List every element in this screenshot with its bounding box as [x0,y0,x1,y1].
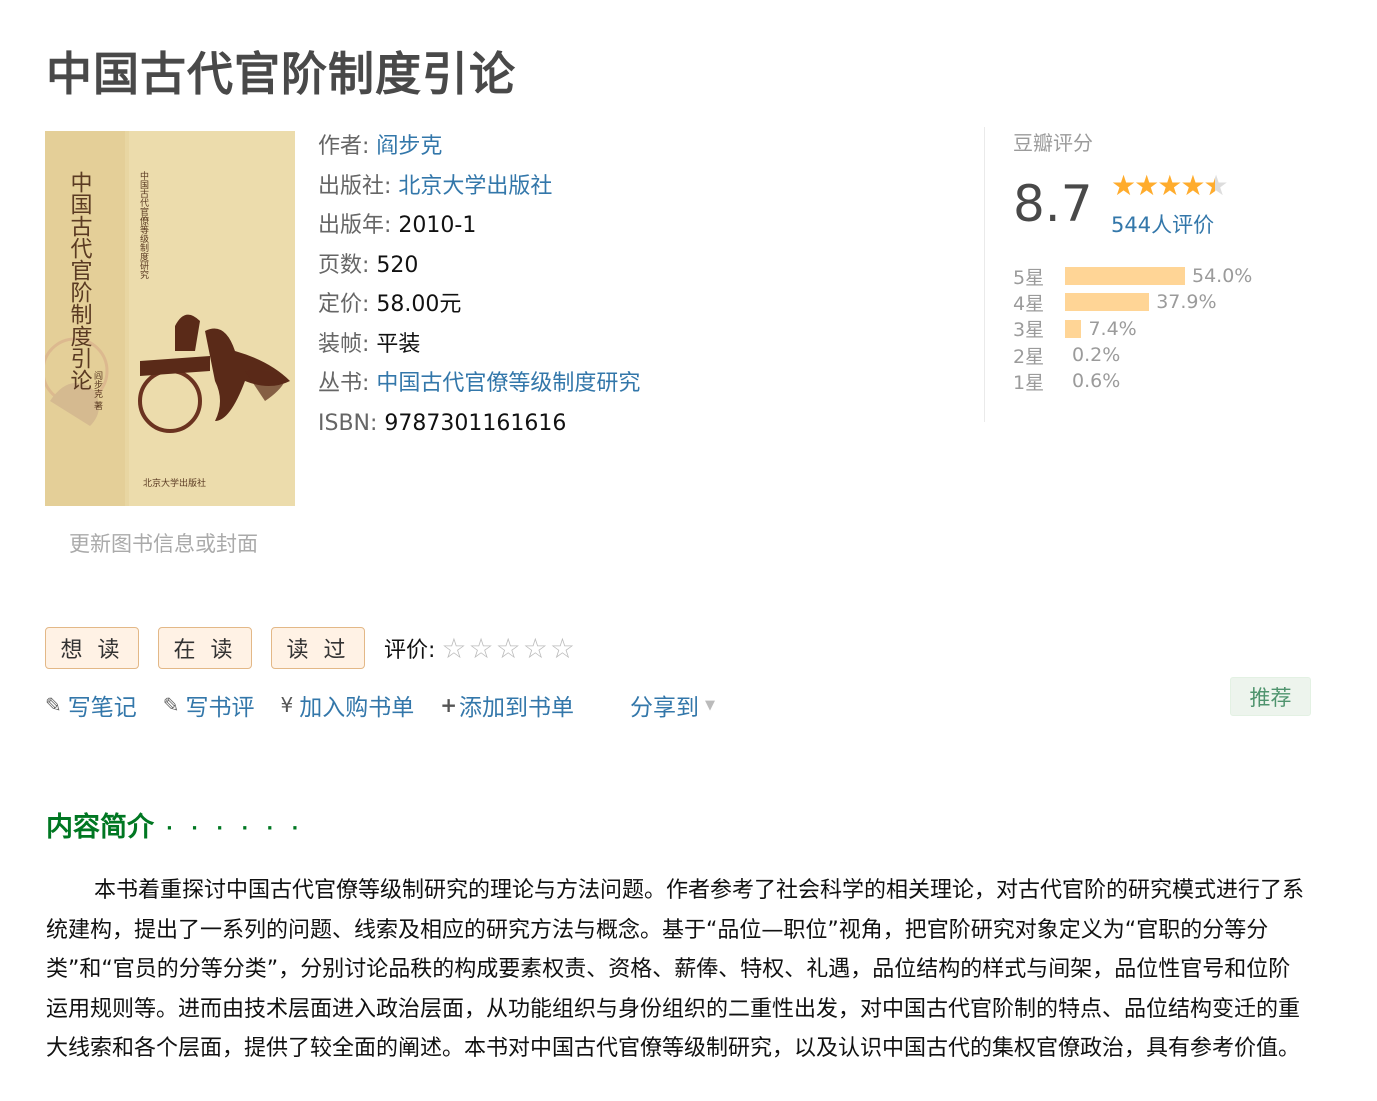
rating-score: 8.7 [1013,175,1093,233]
rating-dist-row: 2星 0.2% [1013,342,1273,368]
binding-value: 平装 [376,331,421,357]
star-icon: ★ [1180,169,1205,202]
isbn-label: ISBN: [318,410,378,436]
svg-text:阎步克 著: 阎步克 著 [92,371,103,410]
rating-dist-bar [1065,293,1150,312]
pages-row: 页数: 520 [318,246,640,286]
intro-title-label: 内容简介 [46,812,154,843]
write-review-link[interactable]: ✎ 写书评 [163,688,255,722]
rating-stars: ★★★★★★ [1111,169,1229,202]
half-star-icon: ★★ [1203,169,1228,202]
pencil-icon: ✎ [162,693,180,717]
rating-dist-label: 5星 [1013,266,1045,289]
chevron-down-icon: ▼ [705,697,716,713]
star-icon: ★ [1134,169,1159,202]
rating-dist-percent: 0.2% [1072,344,1121,367]
rating-distribution: 5星 54.0% 4星 37.9% 3星 7.4% 2星 0.2% 1星 0.6% [1013,263,1273,394]
rating-dist-label: 1星 [1013,371,1045,394]
rating-dist-percent: 0.6% [1072,370,1121,393]
want-to-read-button[interactable]: 想 读 [45,627,139,669]
share-dropdown[interactable]: 分享到 ▼ [630,688,715,722]
add-to-list-label: 添加到书单 [459,695,575,721]
have-read-button[interactable]: 读 过 [271,627,365,669]
rate-label: 评价: [384,638,436,663]
yen-icon: ¥ [280,693,294,717]
intro-text: 本书着重探讨中国古代官僚等级制研究的理论与方法问题。作者参考了社会科学的相关理论… [46,871,1311,1069]
add-to-list-link[interactable]: + 添加到书单 [440,688,574,722]
action-links: ✎ 写笔记 ✎ 写书评 ¥ 加入购书单 + 添加到书单 分享到 ▼ [45,688,715,722]
price-label: 定价: [318,292,370,317]
series-label: 丛书: [318,371,370,396]
rating-dist-percent: 54.0% [1192,265,1253,288]
rating-count-link[interactable]: 544人评价 [1111,209,1214,239]
rating-dist-bar [1065,319,1082,338]
rate-stars-input[interactable]: ☆☆☆☆☆ [441,632,577,665]
write-note-link[interactable]: ✎ 写笔记 [45,688,137,722]
rating-dist-percent: 7.4% [1088,317,1137,340]
pages-value: 520 [376,252,419,278]
publisher-row: 出版社: 北京大学出版社 [318,167,640,207]
price-value: 58.00元 [376,292,462,317]
series-row: 丛书: 中国古代官僚等级制度研究 [318,364,640,404]
star-icon: ★ [1157,169,1182,202]
svg-text:北京大学出版社: 北京大学出版社 [143,477,206,489]
rating-label: 豆瓣评分 [1013,131,1093,155]
write-note-label: 写笔记 [67,695,137,721]
svg-text:中国古代官僚等级制度研究: 中国古代官僚等级制度研究 [138,170,149,280]
rating-dist-row: 1星 0.6% [1013,368,1273,394]
author-row: 作者: 阎步克 [318,127,640,167]
svg-text:中国古代官阶制度引论: 中国古代官阶制度引论 [67,171,93,391]
star-icon: ★ [1111,169,1136,202]
add-to-cart-label: 加入购书单 [299,695,415,721]
publisher-label: 出版社: [318,173,392,199]
pencil-icon: ✎ [45,693,62,717]
action-buttons: 想 读 在 读 读 过 评价: ☆☆☆☆☆ [45,627,577,669]
rating-dist-label: 3星 [1013,319,1045,342]
author-link[interactable]: 阎步克 [376,134,442,159]
rating-dist-percent: 37.9% [1156,291,1217,314]
year-value: 2010-1 [398,213,477,238]
add-to-cart-link[interactable]: ¥ 加入购书单 [281,688,415,722]
publisher-link[interactable]: 北京大学出版社 [398,174,552,199]
rating-dist-row: 5星 54.0% [1013,263,1273,289]
binding-label: 装帧: [318,331,370,357]
year-row: 出版年: 2010-1 [318,206,640,246]
price-row: 定价: 58.00元 [318,285,640,325]
series-link[interactable]: 中国古代官僚等级制度研究 [376,371,640,396]
pages-label: 页数: [318,252,370,278]
intro-body: 本书着重探讨中国古代官僚等级制研究的理论与方法问题。作者参考了社会科学的相关理论… [46,878,1305,1061]
share-label: 分享到 [630,695,700,721]
rating-dist-label: 2星 [1013,345,1045,368]
rating-panel: 豆瓣评分 8.7 ★★★★★★ 544人评价 5星54.0%4星37.9%3星7… [984,127,1284,422]
book-info: 作者: 阎步克 出版社: 北京大学出版社 出版年: 2010-1 页数: 520… [318,127,640,443]
intro-title-dots: · · · · · · [166,818,305,839]
write-review-label: 写书评 [185,695,255,721]
isbn-row: ISBN: 9787301161616 [318,404,640,444]
book-cover-image: 中国古代官阶制度引论 中国古代官僚等级制度研究 阎步克 著 北京大学出版社 [45,131,295,506]
rating-dist-label: 4星 [1013,292,1045,315]
isbn-value: 9787301161616 [384,410,567,436]
rating-dist-bar [1065,267,1185,286]
book-cover[interactable]: 中国古代官阶制度引论 中国古代官僚等级制度研究 阎步克 著 北京大学出版社 [45,131,295,506]
binding-row: 装帧: 平装 [318,325,640,365]
author-label: 作者: [318,134,370,159]
update-book-info-link[interactable]: 更新图书信息或封面 [69,528,258,558]
rating-dist-row: 3星 7.4% [1013,316,1273,342]
rating-dist-row: 4星 37.9% [1013,289,1273,315]
book-title: 中国古代官阶制度引论 [46,47,516,101]
year-label: 出版年: [318,213,392,238]
intro-section-title: 内容简介 · · · · · · [46,805,304,844]
recommend-button[interactable]: 推荐 [1230,677,1311,716]
reading-button[interactable]: 在 读 [158,627,252,669]
plus-icon: + [440,693,458,717]
